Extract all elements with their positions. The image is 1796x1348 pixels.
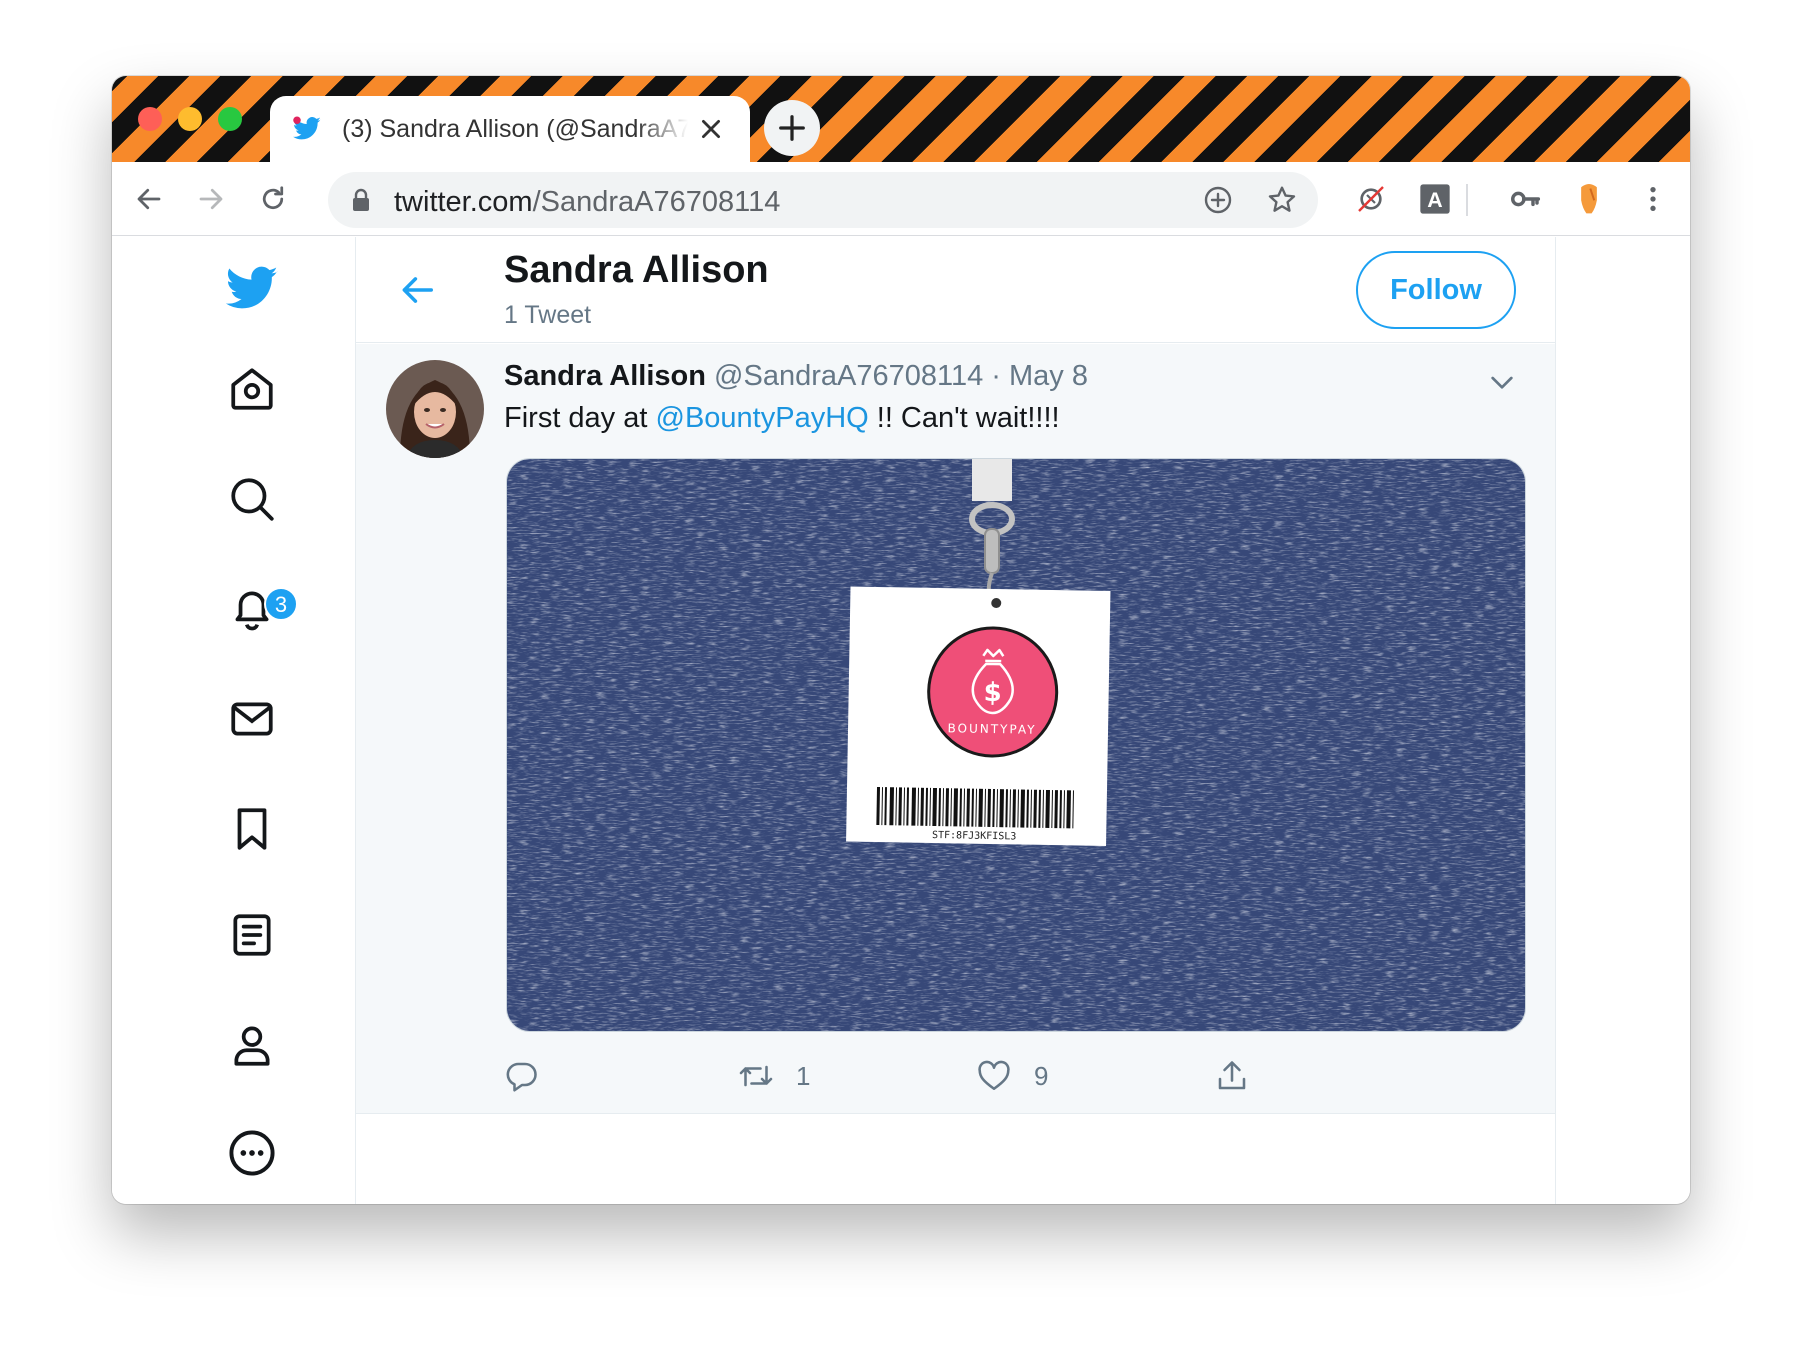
twitter-logo-icon[interactable] [224, 261, 280, 317]
add-icon[interactable] [1202, 184, 1234, 216]
browser-tab[interactable]: (3) Sandra Allison (@SandraA76708114) / … [270, 96, 750, 162]
close-window-button[interactable] [138, 107, 162, 131]
avatar[interactable] [386, 360, 484, 458]
translate-icon[interactable]: A [1416, 180, 1454, 218]
tab-title: (3) Sandra Allison (@SandraA76708114) / … [342, 114, 688, 143]
mention-link[interactable]: @BountyPayHQ [656, 402, 869, 434]
maximize-window-button[interactable] [218, 107, 242, 131]
tab-close-icon[interactable] [698, 116, 724, 142]
tweet[interactable]: Sandra Allison @SandraA76708114 · May 8 … [356, 344, 1555, 1114]
badge-barcode-text: STF:8FJ3KFISL3 [932, 830, 1016, 842]
like-count: 9 [1034, 1060, 1049, 1091]
back-icon[interactable] [130, 180, 168, 218]
tweet-image[interactable]: $ BOUNTYPAY STF:8FJ3KFISL3 [506, 458, 1526, 1032]
page-content: 3 Sandra Allison 1 Tweet Follow Sandra A… [112, 237, 1690, 1204]
badge-brand-text: BOUNTYPAY [947, 721, 1036, 737]
tweet-date[interactable]: May 8 [1009, 360, 1088, 392]
bookmarks-icon[interactable] [224, 801, 280, 857]
back-arrow-icon[interactable] [394, 267, 440, 313]
explore-search-icon[interactable] [224, 471, 280, 527]
tracking-blocked-icon[interactable] [1352, 180, 1390, 218]
plus-icon [779, 115, 805, 141]
share-icon [1218, 1061, 1246, 1090]
home-icon[interactable] [224, 361, 280, 417]
svg-text:$: $ [983, 678, 1002, 708]
retweet-icon [739, 1065, 773, 1087]
more-icon[interactable] [224, 1125, 280, 1181]
toolbar-divider [1466, 184, 1468, 216]
tweet-actions: 1 9 [504, 1054, 1534, 1098]
share-button[interactable] [1214, 1054, 1272, 1098]
main-column: Sandra Allison 1 Tweet Follow Sandra All… [356, 237, 1556, 1204]
tweet-text-start: First day at [504, 402, 656, 434]
notification-count-badge: 3 [264, 587, 298, 621]
follow-button[interactable]: Follow [1356, 251, 1516, 329]
new-tab-button[interactable] [764, 100, 820, 156]
messages-mail-icon[interactable] [224, 691, 280, 747]
tweet-text-end: !! Can't wait!!!! [868, 402, 1060, 434]
lists-icon[interactable] [224, 907, 280, 963]
lock-icon [353, 188, 369, 211]
extension-icon[interactable] [1570, 180, 1608, 218]
tweet-date-separator: · [991, 360, 1001, 392]
star-icon[interactable] [1266, 184, 1298, 216]
reply-button[interactable] [504, 1054, 562, 1098]
url-path: /SandraA76708114 [532, 186, 781, 218]
twitter-favicon-icon [293, 116, 321, 140]
id-badge: $ BOUNTYPAY STF:8FJ3KFISL3 [846, 586, 1111, 846]
minimize-window-button[interactable] [178, 107, 202, 131]
reply-icon [506, 1062, 537, 1092]
retweet-button[interactable]: 1 [738, 1054, 810, 1098]
tweet-header: Sandra Allison @SandraA76708114 · May 8 [504, 360, 1088, 393]
url-host: twitter.com [394, 186, 533, 218]
like-button[interactable]: 9 [976, 1054, 1048, 1098]
tweet-author-name[interactable]: Sandra Allison [504, 360, 706, 392]
title-bar: (3) Sandra Allison (@SandraA76708114) / … [112, 76, 1690, 162]
menu-icon[interactable] [1634, 180, 1672, 218]
svg-text:A: A [1427, 188, 1442, 212]
profile-icon[interactable] [224, 1017, 280, 1073]
tweet-count: 1 Tweet [504, 301, 592, 329]
sidebar: 3 [112, 237, 356, 1204]
heart-icon [978, 1060, 1010, 1091]
profile-header: Sandra Allison 1 Tweet Follow [356, 237, 1555, 343]
profile-name: Sandra Allison [504, 249, 769, 291]
chevron-down-icon[interactable] [1486, 366, 1518, 398]
tweet-handle[interactable]: @SandraA76708114 [714, 360, 983, 392]
forward-icon[interactable] [192, 180, 230, 218]
url-text: twitter.com/SandraA76708114 [394, 186, 780, 219]
key-icon[interactable] [1506, 180, 1544, 218]
retweet-count: 1 [796, 1060, 811, 1091]
browser-toolbar: twitter.com/SandraA76708114 A [112, 162, 1690, 236]
tweet-text: First day at @BountyPayHQ !! Can't wait!… [504, 402, 1060, 435]
browser-window: (3) Sandra Allison (@SandraA76708114) / … [112, 76, 1690, 1204]
reload-icon[interactable] [254, 180, 292, 218]
address-bar[interactable]: twitter.com/SandraA76708114 [328, 172, 1318, 228]
